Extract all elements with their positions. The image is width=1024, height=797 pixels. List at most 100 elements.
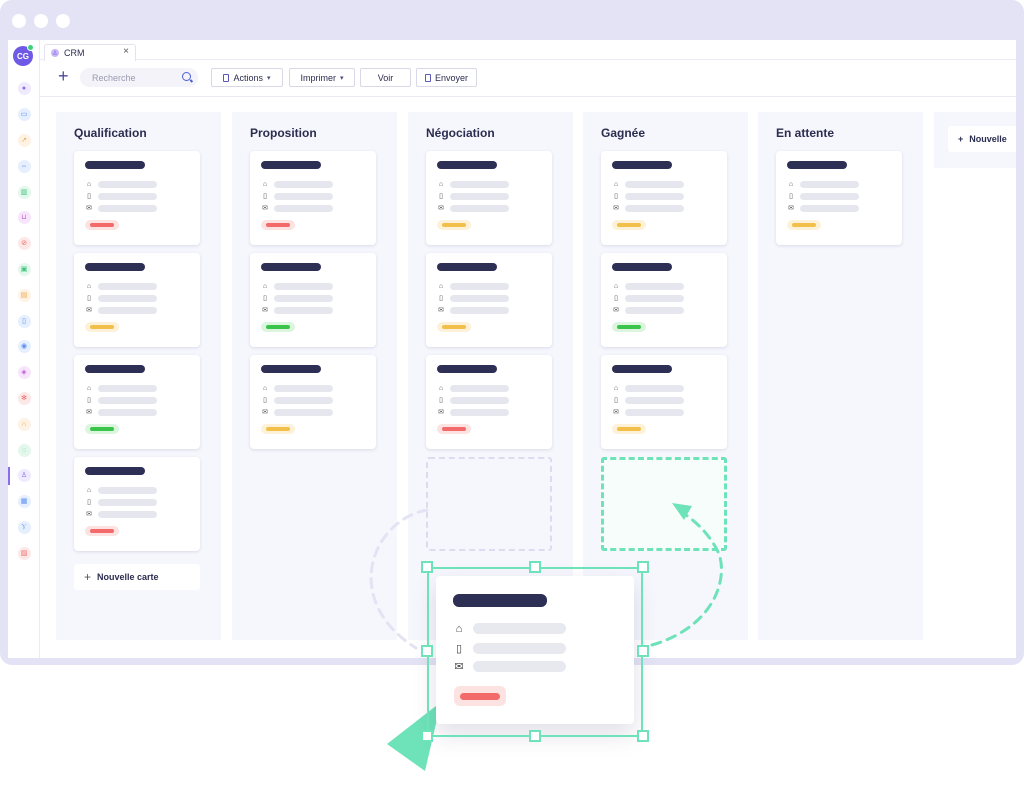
placeholder-line <box>450 192 509 200</box>
card-row-address: ⌂ <box>261 282 333 290</box>
search-icon[interactable] <box>182 72 191 81</box>
phone-icon: ▯ <box>614 295 618 302</box>
placeholder-line <box>625 384 684 392</box>
home-icon: ⌂ <box>262 180 268 188</box>
card-title-bar <box>85 365 145 373</box>
deal-card[interactable]: ⌂ ▯ ✉ <box>601 253 727 347</box>
cart-icon: ⊔ <box>17 211 31 225</box>
rail-item[interactable]: Ⲩ <box>8 515 40 541</box>
actions-button[interactable]: Actions ▾ <box>211 68 283 87</box>
placeholder-line <box>274 180 333 188</box>
deal-card[interactable]: ⌂ ▯ ✉ <box>426 355 552 449</box>
column-title: Négociation <box>426 126 495 140</box>
resize-handle[interactable] <box>637 730 649 742</box>
rail-item[interactable]: ⊔ <box>8 205 40 231</box>
toolbar: + Actions ▾ Imprimer ▾ Voir Envoyer <box>40 61 1016 97</box>
clipboard-icon: ▯ <box>17 314 31 328</box>
status-bar <box>266 223 290 227</box>
rail-item[interactable]: ◉ <box>8 334 40 360</box>
deal-card[interactable]: ⌂ ▯ ✉ <box>74 151 200 245</box>
rail-item[interactable]: ✻ <box>8 386 40 412</box>
card-row-phone: ▯ <box>612 192 684 200</box>
deal-card[interactable]: ⌂ ▯ ✉ <box>601 355 727 449</box>
rail-item[interactable]: ⊘ <box>8 231 40 257</box>
placeholder-line <box>274 282 333 290</box>
rail-item[interactable]: ▯ <box>8 308 40 334</box>
tab-crm[interactable]: ♙ CRM × <box>44 44 136 61</box>
trend-icon: ↗ <box>17 133 31 147</box>
phone-icon: ▯ <box>263 193 267 200</box>
rail-item[interactable]: ▥ <box>8 179 40 205</box>
rail-item[interactable]: ▣ <box>8 257 40 283</box>
window-dot[interactable] <box>56 14 70 28</box>
rail-item[interactable]: ◈ <box>8 360 40 386</box>
status-bar <box>90 325 114 329</box>
card-row-phone: ▯ <box>85 294 157 302</box>
calendar-icon: ▭ <box>17 108 31 122</box>
rail-menu: ● ▭ ↗ ⇔ ▥ ⊔ ⊘ ▣ ▤ ▯ ◉ ◈ ✻ ∩ ◌ ♙ ▦ Ⲩ ▨ <box>8 76 40 566</box>
drop-target-placeholder[interactable] <box>601 457 727 551</box>
rail-item[interactable]: ◌ <box>8 437 40 463</box>
card-title-bar <box>85 161 145 169</box>
deal-card[interactable]: ⌂ ▯ ✉ <box>426 253 552 347</box>
close-icon[interactable]: × <box>123 46 129 57</box>
status-bar <box>90 223 114 227</box>
rail-item[interactable]: ▦ <box>8 489 40 515</box>
placeholder-line <box>450 384 509 392</box>
placeholder-line <box>625 408 684 416</box>
home-icon: ⌂ <box>86 486 92 494</box>
window-dot[interactable] <box>34 14 48 28</box>
box-icon: ◈ <box>17 366 31 380</box>
deal-card[interactable]: ⌂ ▯ ✉ <box>426 151 552 245</box>
rail-item[interactable]: ▨ <box>8 540 40 566</box>
rail-item[interactable]: ▭ <box>8 102 40 128</box>
deal-card[interactable]: ⌂ ▯ ✉ <box>74 457 200 551</box>
deal-card[interactable]: ⌂ ▯ ✉ <box>250 151 376 245</box>
card-title-bar <box>261 161 321 169</box>
phone-icon: ▯ <box>87 499 91 506</box>
rail-item[interactable]: ♙ <box>8 463 40 489</box>
new-card-button[interactable]: + Nouvelle carte <box>74 564 200 590</box>
status-bar <box>90 427 114 431</box>
resize-handle[interactable] <box>421 730 433 742</box>
card-row-phone: ▯ <box>261 294 333 302</box>
deal-card[interactable]: ⌂ ▯ ✉ <box>250 355 376 449</box>
search-input[interactable] <box>80 68 198 87</box>
contact-icon: ♙ <box>17 469 31 483</box>
window-dot[interactable] <box>12 14 26 28</box>
deal-card[interactable]: ⌂ ▯ ✉ <box>250 253 376 347</box>
new-column-button[interactable]: + Nouvelle <box>948 126 1016 152</box>
document-icon <box>223 73 230 82</box>
rail-item[interactable]: ∩ <box>8 411 40 437</box>
rail-item[interactable]: ▤ <box>8 282 40 308</box>
chat-icon: ◌ <box>17 443 31 457</box>
deal-card[interactable]: ⌂ ▯ ✉ <box>776 151 902 245</box>
phone-icon: ▯ <box>439 397 443 404</box>
card-title-bar <box>85 263 145 271</box>
view-button[interactable]: Voir <box>360 68 411 87</box>
status-badge <box>454 686 506 706</box>
placeholder-line <box>98 180 157 188</box>
card-row-email: ✉ <box>612 204 684 212</box>
card-row-phone: ▯ <box>261 192 333 200</box>
dumbbell-icon: ⇔ <box>17 159 31 173</box>
card-row-address: ⌂ <box>612 384 684 392</box>
rail-item[interactable]: ⇔ <box>8 153 40 179</box>
print-button[interactable]: Imprimer ▾ <box>289 68 355 87</box>
column-title: Proposition <box>250 126 317 140</box>
deal-card[interactable]: ⌂ ▯ ✉ <box>74 355 200 449</box>
rail-item[interactable]: ● <box>8 76 40 102</box>
send-button[interactable]: Envoyer <box>416 68 477 87</box>
chevron-down-icon: ▾ <box>267 74 271 82</box>
deal-card[interactable]: ⌂ ▯ ✉ <box>74 253 200 347</box>
mail-icon: ✉ <box>262 307 268 314</box>
card-row-address: ⌂ <box>85 384 157 392</box>
placeholder-line <box>274 396 333 404</box>
status-badge <box>612 424 646 434</box>
rail-item[interactable]: ↗ <box>8 128 40 154</box>
resize-handle[interactable] <box>529 730 541 742</box>
phone-icon: ▯ <box>87 193 91 200</box>
bot-icon: ◉ <box>17 340 31 354</box>
deal-card[interactable]: ⌂ ▯ ✉ <box>601 151 727 245</box>
add-button[interactable]: + <box>58 66 69 87</box>
